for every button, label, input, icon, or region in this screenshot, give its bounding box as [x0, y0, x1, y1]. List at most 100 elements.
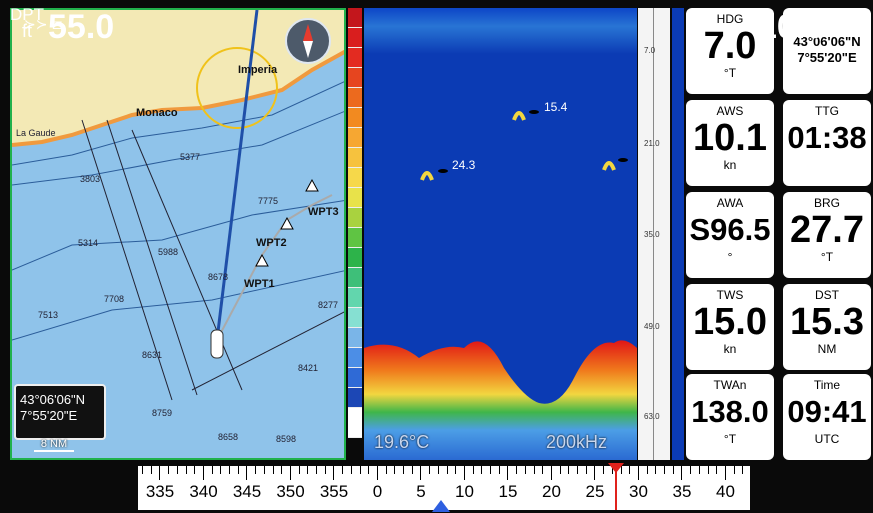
- heading-tick: [429, 466, 431, 474]
- heading-tick: [420, 466, 422, 480]
- tws-cell[interactable]: TWS 15.0 kn: [686, 284, 774, 370]
- water-temperature: 19.6°C: [374, 432, 430, 452]
- heading-tick-label: 335: [145, 482, 175, 501]
- heading-tick: [394, 466, 396, 474]
- heading-tick: [194, 466, 196, 474]
- heading-tick: [568, 466, 570, 474]
- heading-tick: [716, 466, 718, 474]
- heading-tick: [202, 466, 204, 480]
- depth-value[interactable]: 55.0: [48, 8, 114, 47]
- awa-cell[interactable]: AWA S96.5 °: [686, 192, 774, 278]
- aws-cell[interactable]: AWS 10.1 kn: [686, 100, 774, 186]
- heading-tick: [672, 466, 674, 474]
- heading-tick: [637, 466, 639, 480]
- depth-label: 5314: [78, 238, 99, 248]
- heading-tick: [246, 466, 248, 480]
- ruler-label: 7.0: [644, 46, 656, 55]
- heading-tick-label: 345: [232, 482, 262, 501]
- sonar-bottom-echo: [364, 110, 637, 460]
- ttg-cell[interactable]: TTG 01:38: [783, 100, 871, 186]
- depth-label: 8598: [276, 434, 297, 444]
- heading-tick: [333, 466, 335, 480]
- place-label-la-gaude: La Gaude: [16, 128, 56, 138]
- sog-label-group: SOG kn: [830, 6, 861, 40]
- heading-tick-label: 350: [276, 482, 305, 501]
- heading-tick: [533, 466, 535, 474]
- place-label-imperia: Imperia: [238, 64, 278, 76]
- heading-tick: [498, 466, 500, 474]
- ruler-label: 49.0: [644, 322, 660, 331]
- heading-tick: [646, 466, 648, 474]
- sonar-panel[interactable]: 15.4 24.3 19.6°C 200kHz: [364, 8, 637, 460]
- waypoint-label-3[interactable]: WPT3: [308, 206, 339, 218]
- heading-tick-label: 0: [372, 482, 383, 501]
- cell-value: 01:38: [787, 120, 867, 155]
- heading-tick-label: 35: [672, 482, 692, 501]
- heading-tick: [707, 466, 709, 474]
- heading-tick: [281, 466, 283, 474]
- sonar-history-strip: [672, 8, 684, 460]
- sonar-frequency: 200kHz: [546, 432, 608, 452]
- chart-longitude: 7°55'20"E: [20, 408, 78, 423]
- depth-label: 8277: [318, 300, 339, 310]
- cell-value: 27.7: [790, 209, 864, 251]
- heading-tick: [550, 466, 552, 480]
- dst-cell[interactable]: DST 15.3 NM: [783, 284, 871, 370]
- time-cell[interactable]: Time 09:41 UTC: [783, 374, 871, 460]
- twan-cell[interactable]: TWAn 138.0 °T: [686, 374, 774, 460]
- chart-scale: 8 NM: [34, 438, 74, 452]
- depth-label: 8678: [208, 272, 229, 282]
- heading-tick: [263, 466, 265, 474]
- cell-label: Time: [813, 378, 841, 392]
- heading-tick: [411, 466, 413, 474]
- heading-tick-label: 30: [629, 482, 648, 501]
- waypoint-label-1[interactable]: WPT1: [244, 278, 275, 290]
- sog-value[interactable]: 10.0: [758, 8, 824, 47]
- heading-tick: [524, 466, 526, 474]
- chart-panel[interactable]: ≻≻ ⊏ Monaco Imperia La Gaude WPT1 WPT2 W…: [10, 8, 346, 460]
- place-label-monaco: Monaco: [136, 107, 178, 119]
- ruler-label: 35.0: [644, 230, 660, 239]
- sog-unit: kn: [830, 21, 850, 41]
- heading-pointer-icon: [432, 500, 450, 512]
- heading-tick: [603, 466, 605, 474]
- heading-tick: [542, 466, 544, 474]
- heading-tick: [368, 466, 370, 474]
- heading-tick: [272, 466, 274, 474]
- depth-label: 3803: [80, 174, 101, 184]
- heading-tick: [742, 466, 744, 474]
- cell-value: 10.1: [693, 117, 767, 159]
- heading-tick: [150, 466, 152, 474]
- heading-tick: [516, 466, 518, 474]
- heading-tick-label: 5: [416, 482, 426, 501]
- heading-tick: [255, 466, 257, 474]
- heading-tick: [655, 466, 657, 474]
- heading-tick: [316, 466, 317, 474]
- heading-tick: [629, 466, 631, 474]
- cell-label: TTG: [815, 104, 839, 118]
- cell-value: 09:41: [787, 394, 867, 429]
- cell-unit: kn: [723, 158, 737, 172]
- north-compass-icon[interactable]: [285, 18, 331, 64]
- cell-label: DST: [815, 288, 839, 302]
- heading-tick: [472, 466, 474, 474]
- waypoint-label-2[interactable]: WPT2: [256, 237, 287, 249]
- heading-tick: [690, 466, 692, 474]
- brg-cell[interactable]: BRG 27.7 °T: [783, 192, 871, 278]
- heading-tick: [359, 466, 361, 474]
- cell-unit: UTC: [814, 432, 840, 446]
- heading-tick: [211, 466, 213, 474]
- heading-tick: [342, 466, 344, 474]
- heading-tick: [142, 466, 143, 474]
- heading-tick-label: 40: [716, 482, 735, 501]
- fish-depth-label: 15.4: [544, 100, 568, 114]
- heading-tick: [455, 466, 457, 474]
- heading-tick: [594, 466, 596, 480]
- depth-label: 7513: [38, 310, 59, 320]
- heading-tick: [446, 466, 448, 474]
- heading-tick: [298, 466, 300, 474]
- cell-unit: kn: [723, 342, 737, 356]
- cell-unit: °: [727, 250, 733, 264]
- cell-value: 15.0: [693, 301, 767, 343]
- heading-tick: [307, 466, 309, 474]
